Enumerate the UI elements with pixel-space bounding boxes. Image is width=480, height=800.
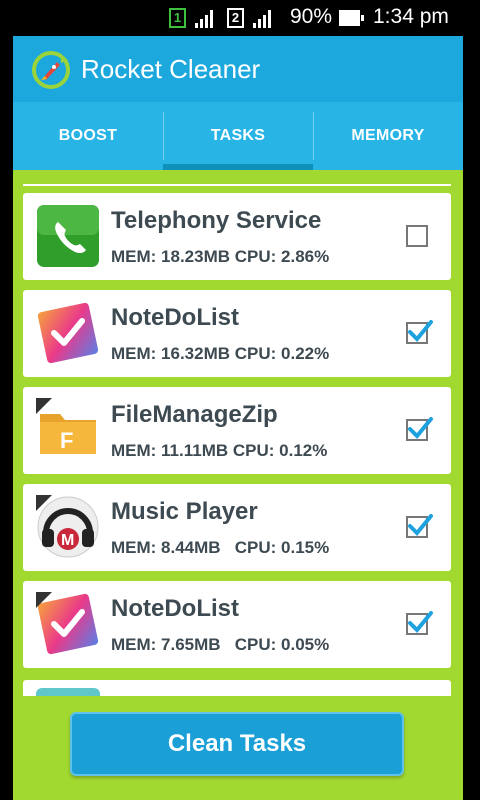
status-bar: 1 2 90% 1:34 pm: [13, 0, 463, 36]
task-checkbox[interactable]: [406, 320, 433, 344]
task-checkbox[interactable]: [406, 225, 428, 247]
task-checkbox[interactable]: [406, 611, 433, 635]
phone-icon: [37, 205, 99, 267]
svg-text:F: F: [60, 428, 73, 453]
task-mem: MEM: 8.44MB: [111, 538, 221, 557]
clock: 1:34 pm: [373, 5, 449, 28]
task-stats: MEM: 7.65MB CPU: 0.05%: [111, 635, 329, 655]
divider: [23, 184, 451, 186]
headphones-icon: M: [36, 495, 99, 558]
task-item[interactable]: NoteDoList MEM: 16.32MB CPU: 0.22%: [23, 290, 451, 377]
app-bar: Rocket Cleaner: [13, 36, 463, 102]
task-cpu: CPU: 0.12%: [232, 441, 328, 460]
task-stats: MEM: 18.23MB CPU: 2.86%: [111, 247, 329, 267]
clean-tasks-button[interactable]: Clean Tasks: [70, 712, 404, 776]
task-checkbox[interactable]: [406, 514, 433, 538]
task-cpu: CPU: 0.05%: [234, 635, 330, 654]
task-name: Music Player: [111, 498, 258, 525]
check-icon: [408, 320, 433, 342]
task-item[interactable]: NoteDoList MEM: 7.65MB CPU: 0.05%: [23, 581, 451, 668]
tab-bar: BOOST TASKS MEMORY: [13, 102, 463, 170]
app-title: Rocket Cleaner: [81, 54, 261, 84]
rocket-logo-icon: [32, 51, 70, 89]
task-name: Telephony Service: [111, 207, 322, 234]
signal-icon: [253, 10, 273, 28]
task-stats: MEM: 16.32MB CPU: 0.22%: [111, 344, 329, 364]
sim1-icon: 1: [169, 8, 186, 28]
task-stats: MEM: 11.11MB CPU: 0.12%: [111, 441, 327, 461]
tab-tasks[interactable]: TASKS: [163, 102, 313, 170]
battery-icon: [339, 10, 364, 26]
task-name: NoteDoList: [111, 595, 239, 622]
check-icon: [408, 611, 433, 633]
task-mem: MEM: 18.23MB: [111, 247, 231, 266]
signal-icon: [195, 10, 215, 28]
task-mem: MEM: 11.11MB: [111, 441, 229, 460]
task-cpu: CPU: 2.86%: [234, 247, 330, 266]
task-item-partial[interactable]: [23, 680, 451, 696]
notedolist-icon: [36, 592, 99, 655]
app-icon: [36, 688, 100, 696]
task-mem: MEM: 7.65MB: [111, 635, 221, 654]
task-item[interactable]: Telephony Service MEM: 18.23MB CPU: 2.86…: [23, 193, 451, 280]
task-list-area[interactable]: Telephony Service MEM: 18.23MB CPU: 2.86…: [13, 170, 463, 800]
svg-text:M: M: [61, 532, 74, 549]
task-item[interactable]: M Music Player MEM: 8.44MB CPU: 0.15%: [23, 484, 451, 571]
task-mem: MEM: 16.32MB: [111, 344, 231, 363]
folder-icon: F: [36, 398, 96, 454]
notedolist-icon: [37, 302, 99, 364]
task-cpu: CPU: 0.15%: [234, 538, 330, 557]
task-checkbox[interactable]: [406, 417, 433, 441]
task-stats: MEM: 8.44MB CPU: 0.15%: [111, 538, 329, 558]
tab-boost[interactable]: BOOST: [13, 102, 163, 170]
task-item[interactable]: F FileManageZip MEM: 11.11MB CPU: 0.12%: [23, 387, 451, 474]
check-icon: [408, 417, 433, 439]
task-name: FileManageZip: [111, 401, 278, 428]
task-cpu: CPU: 0.22%: [234, 344, 330, 363]
tab-memory[interactable]: MEMORY: [313, 102, 463, 170]
check-icon: [408, 514, 433, 536]
task-name: NoteDoList: [111, 304, 239, 331]
battery-percent: 90%: [290, 5, 333, 28]
sim2-icon: 2: [227, 8, 244, 28]
phone-screen: 1 2 90% 1:34 pm Rocket Cleaner BOOST TAS…: [13, 0, 463, 800]
